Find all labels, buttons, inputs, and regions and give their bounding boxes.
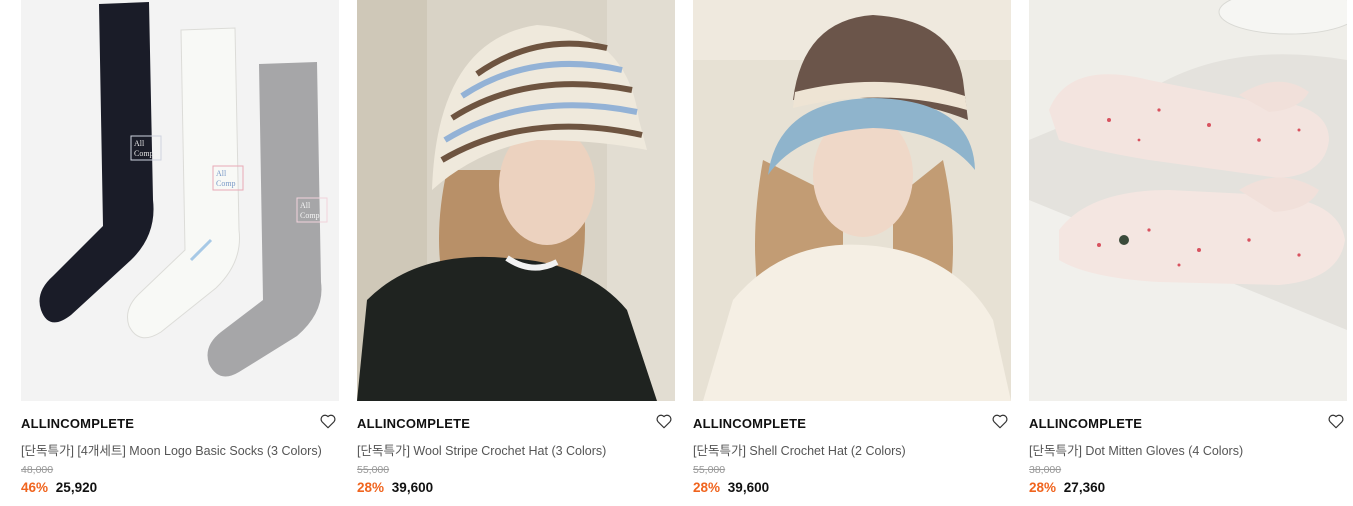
- price-row: 46% 25,920: [21, 480, 97, 495]
- price-row: 28% 39,600: [693, 480, 769, 495]
- discount-rate: 28%: [357, 480, 385, 495]
- svg-text:All: All: [300, 201, 311, 210]
- svg-text:Comp: Comp: [216, 179, 236, 188]
- product-title[interactable]: [단독특가] Shell Crochet Hat (2 Colors): [693, 440, 906, 459]
- brand-name[interactable]: ALLINCOMPLETE: [693, 416, 806, 431]
- shell-hat-model-image: [693, 0, 1011, 401]
- product-title[interactable]: [단독특가] Wool Stripe Crochet Hat (3 Colors…: [357, 440, 606, 459]
- product-image[interactable]: [693, 0, 1011, 401]
- socks-image: All Comp All Comp All Comp: [21, 0, 339, 401]
- mitten-gloves-image: [1029, 0, 1347, 401]
- product-card[interactable]: ALLINCOMPLETE [단독특가] Wool Stripe Crochet…: [357, 0, 675, 506]
- original-price: 55,000: [693, 464, 726, 476]
- product-card[interactable]: ALLINCOMPLETE [단독특가] Dot Mitten Gloves (…: [1029, 0, 1347, 506]
- product-card[interactable]: All Comp All Comp All Comp ALLINCOMPLETE…: [21, 0, 339, 506]
- sale-price: 27,360: [1063, 480, 1106, 495]
- product-card[interactable]: ALLINCOMPLETE [단독특가] Shell Crochet Hat (…: [693, 0, 1011, 506]
- discount-rate: 28%: [1029, 480, 1057, 495]
- brand-name[interactable]: ALLINCOMPLETE: [21, 416, 134, 431]
- brand-name[interactable]: ALLINCOMPLETE: [357, 416, 470, 431]
- striped-hat-model-image: [357, 0, 675, 401]
- sock-logo-text: All: [134, 139, 145, 148]
- product-image[interactable]: [357, 0, 675, 401]
- product-title[interactable]: [단독특가] Dot Mitten Gloves (4 Colors): [1029, 440, 1243, 459]
- price-row: 28% 39,600: [357, 480, 433, 495]
- svg-text:All: All: [216, 169, 227, 178]
- discount-rate: 28%: [693, 480, 721, 495]
- product-grid: All Comp All Comp All Comp ALLINCOMPLETE…: [0, 0, 1353, 506]
- original-price: 55,000: [357, 464, 390, 476]
- product-title[interactable]: [단독특가] [4개세트] Moon Logo Basic Socks (3 C…: [21, 440, 322, 459]
- heart-outline-icon[interactable]: [319, 412, 337, 430]
- sale-price: 39,600: [391, 480, 434, 495]
- discount-rate: 46%: [21, 480, 49, 495]
- heart-outline-icon[interactable]: [991, 412, 1009, 430]
- heart-outline-icon[interactable]: [655, 412, 673, 430]
- original-price: 48,000: [21, 464, 54, 476]
- sale-price: 25,920: [55, 480, 98, 495]
- price-row: 28% 27,360: [1029, 480, 1105, 495]
- product-image[interactable]: [1029, 0, 1347, 401]
- product-image[interactable]: All Comp All Comp All Comp: [21, 0, 339, 401]
- brand-name[interactable]: ALLINCOMPLETE: [1029, 416, 1142, 431]
- svg-text:Comp: Comp: [300, 211, 320, 220]
- sale-price: 39,600: [727, 480, 770, 495]
- heart-outline-icon[interactable]: [1327, 412, 1345, 430]
- svg-text:Comp: Comp: [134, 149, 154, 158]
- original-price: 38,000: [1029, 464, 1062, 476]
